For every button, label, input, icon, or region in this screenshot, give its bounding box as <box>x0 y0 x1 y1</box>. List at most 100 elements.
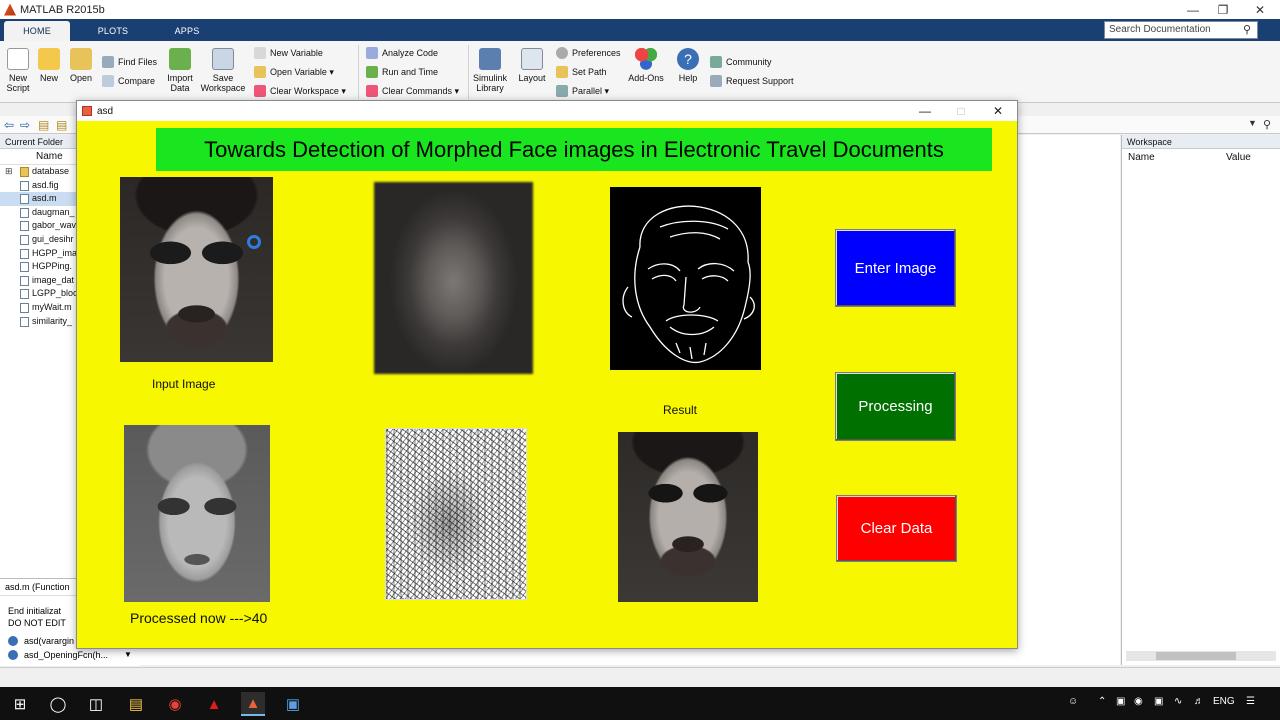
figure-minimize-button[interactable]: — <box>907 101 943 121</box>
tab-plots[interactable]: PLOTS <box>78 21 148 41</box>
tray-app-icon[interactable]: ▣ <box>1154 696 1163 707</box>
path-dropdown-icon[interactable]: ▼ <box>1248 118 1257 128</box>
run-and-time-button[interactable]: Run and Time <box>366 65 438 79</box>
file-row[interactable]: myWait.m <box>0 301 77 315</box>
horizontal-scrollbar[interactable] <box>1126 651 1276 661</box>
file-row[interactable]: daugman_ <box>0 206 77 220</box>
file-icon <box>20 180 29 191</box>
scrollbar-thumb[interactable] <box>1156 652 1236 660</box>
new-variable-button[interactable]: New Variable <box>254 46 323 60</box>
file-row[interactable]: asd.m <box>0 192 77 206</box>
windows-start-icon[interactable]: ⊞ <box>8 692 32 716</box>
minimize-button[interactable]: — <box>1176 0 1210 19</box>
tab-home[interactable]: HOME <box>4 21 70 41</box>
tray-app-icon[interactable]: ▣ <box>1116 696 1125 707</box>
file-name: image_dat <box>32 274 75 285</box>
compare-label: Compare <box>118 76 156 86</box>
set-path-button[interactable]: Set Path <box>556 65 607 79</box>
file-row[interactable]: HGPP_ima <box>0 247 77 261</box>
figure-titlebar: asd <box>77 101 1017 121</box>
restore-button[interactable]: ❐ <box>1206 0 1240 19</box>
figure-icon <box>82 106 92 116</box>
workspace-col-value[interactable]: Value <box>1226 150 1251 166</box>
figure-close-button[interactable]: ✕ <box>980 101 1016 121</box>
clear-commands-icon <box>366 85 378 97</box>
preferences-button[interactable]: Preferences <box>556 46 621 60</box>
simulink-library-button[interactable]: Simulink Library <box>472 48 508 93</box>
file-name: HGPPing. <box>32 261 73 272</box>
figure-window-taskbar-icon[interactable]: ▣ <box>281 692 305 716</box>
column-header-name-label: Name <box>36 151 63 162</box>
layout-button[interactable]: Layout <box>516 48 548 83</box>
new-button[interactable]: New <box>36 48 62 83</box>
column-header-name[interactable]: Name <box>0 149 77 165</box>
network-icon[interactable]: ∿ <box>1174 696 1182 707</box>
file-row[interactable]: gui_desihr <box>0 233 77 247</box>
file-row[interactable]: LGPP_bloc <box>0 287 77 301</box>
new-label: New <box>39 73 58 83</box>
open-variable-button[interactable]: Open Variable ▾ <box>254 65 334 79</box>
clear-commands-button[interactable]: Clear Commands ▾ <box>366 84 459 98</box>
chevron-down-icon[interactable]: ▼ <box>124 650 132 659</box>
up-folder-icon[interactable]: ▤ <box>38 118 49 132</box>
people-icon[interactable]: ☺ <box>1068 696 1078 707</box>
edge-contour <box>701 275 729 282</box>
analyze-code-button[interactable]: Analyze Code <box>366 46 438 60</box>
find-files-button[interactable]: Find Files <box>102 55 157 69</box>
layout-label: Layout <box>518 73 546 83</box>
clear-data-button[interactable]: Clear Data <box>836 495 957 562</box>
community-button[interactable]: Community <box>710 55 772 69</box>
forward-arrow-icon[interactable]: ⇨ <box>20 118 30 132</box>
processed-face-image <box>124 425 270 602</box>
enter-image-button[interactable]: Enter Image <box>835 229 956 307</box>
edge-contour <box>622 286 633 318</box>
file-row[interactable]: HGPPing. <box>0 260 77 274</box>
file-row[interactable]: image_dat <box>0 274 77 288</box>
open-label: Open <box>69 73 93 83</box>
matlab-taskbar-icon[interactable]: ▲ <box>241 692 265 716</box>
set-path-label: Set Path <box>572 67 607 77</box>
chrome-icon[interactable]: ◉ <box>163 692 187 716</box>
clear-workspace-button[interactable]: Clear Workspace ▾ <box>254 84 346 98</box>
file-name: HGPP_ima <box>32 247 77 258</box>
processing-button[interactable]: Processing <box>835 372 956 441</box>
close-button[interactable]: ✕ <box>1243 0 1277 19</box>
file-row[interactable]: gabor_wav <box>0 219 77 233</box>
tray-chevron-icon[interactable]: ⌃ <box>1098 696 1106 707</box>
file-row[interactable]: similarity_ <box>0 315 77 329</box>
back-arrow-icon[interactable]: ⇦ <box>4 118 14 132</box>
help-button[interactable]: ? Help <box>674 48 702 83</box>
request-support-button[interactable]: Request Support <box>710 74 794 88</box>
parallel-button[interactable]: Parallel ▾ <box>556 84 609 98</box>
browse-folder-icon[interactable]: ▤ <box>56 118 67 132</box>
edge-detection-image <box>610 187 761 370</box>
workspace-col-name[interactable]: Name <box>1128 150 1155 166</box>
file-explorer-icon[interactable]: ▤ <box>124 692 148 716</box>
expand-icon[interactable]: ⊞ <box>5 165 13 179</box>
search-icon[interactable]: ⚲ <box>1243 23 1251 36</box>
figure-maximize-button[interactable]: □ <box>943 101 979 121</box>
search-documentation-input[interactable]: Search Documentation <box>1104 21 1258 39</box>
volume-icon[interactable]: ♬ <box>1194 696 1204 707</box>
path-search-icon[interactable]: ⚲ <box>1263 118 1271 131</box>
function-icon <box>8 636 18 646</box>
add-ons-button[interactable]: Add-Ons <box>626 48 666 83</box>
function-icon <box>8 650 18 660</box>
parallel-label: Parallel <box>572 86 603 96</box>
new-script-button[interactable]: New Script <box>4 48 32 93</box>
open-button[interactable]: Open <box>68 48 94 83</box>
tab-apps[interactable]: APPS <box>152 21 222 41</box>
task-view-icon[interactable]: ◫ <box>84 692 108 716</box>
save-workspace-button[interactable]: Save Workspace <box>200 48 246 93</box>
tray-app-icon[interactable]: ◉ <box>1134 696 1143 707</box>
file-row[interactable]: asd.fig <box>0 179 77 193</box>
compare-button[interactable]: Compare <box>102 74 155 88</box>
file-name: similarity_ <box>32 315 73 326</box>
notification-icon[interactable]: ☰ <box>1246 696 1255 707</box>
file-row[interactable]: ⊞ database <box>0 165 77 179</box>
import-data-button[interactable]: Import Data <box>164 48 196 93</box>
cortana-search-icon[interactable]: ◯ <box>46 692 70 716</box>
ribbon-separator <box>358 45 359 99</box>
acrobat-icon[interactable]: ▲ <box>202 692 226 716</box>
language-indicator[interactable]: ENG <box>1213 696 1235 707</box>
